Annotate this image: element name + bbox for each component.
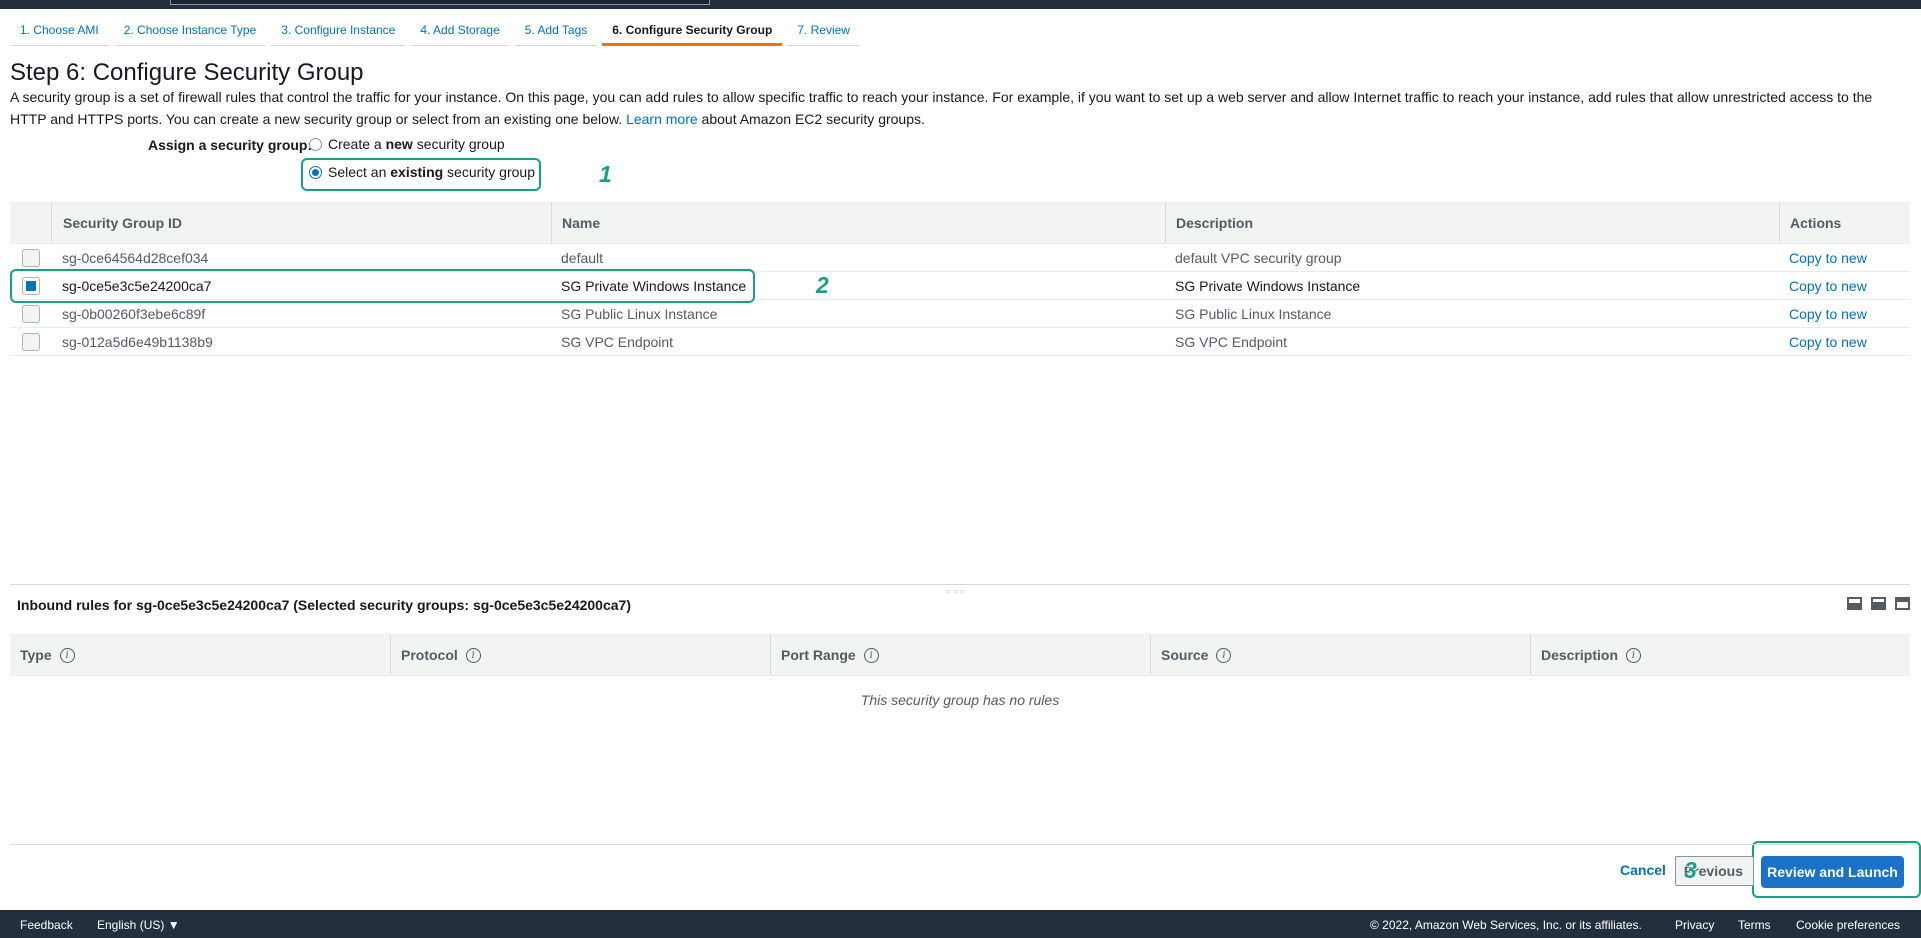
table-header: Security Group ID Name Description Actio… <box>10 202 1910 244</box>
row-checkbox[interactable] <box>21 332 40 351</box>
info-icon[interactable]: i <box>59 647 75 663</box>
info-icon[interactable]: i <box>1216 647 1232 663</box>
table-row[interactable]: sg-0b00260f3ebe6c89f SG Public Linux Ins… <box>10 300 1910 328</box>
panel-minimize-icon[interactable] <box>1847 597 1862 610</box>
annotation-number-3: 3 <box>1684 857 1697 883</box>
tab-choose-instance-type[interactable]: 2. Choose Instance Type <box>113 18 267 46</box>
info-icon[interactable]: i <box>1626 647 1642 663</box>
cell-security-group-id: sg-012a5d6e49b1138b9 <box>62 333 213 350</box>
intro-suffix: about Amazon EC2 security groups. <box>701 111 925 127</box>
tab-add-tags[interactable]: 5. Add Tags <box>514 18 598 46</box>
cell-name: SG Public Linux Instance <box>561 305 718 322</box>
tab-configure-instance[interactable]: 3. Configure Instance <box>271 18 406 46</box>
inbound-rules-title: Inbound rules for sg-0ce5e3c5e24200ca7 (… <box>17 597 631 613</box>
learn-more-link[interactable]: Learn more <box>626 111 698 127</box>
feedback-link[interactable]: Feedback <box>20 918 73 932</box>
tab-configure-security-group[interactable]: 6. Configure Security Group <box>602 18 783 46</box>
top-nav-bar <box>0 0 1921 9</box>
cell-name: SG VPC Endpoint <box>561 333 674 350</box>
radio-new-label: Create a new security group <box>328 136 505 152</box>
panel-maximize-icon[interactable] <box>1895 597 1910 610</box>
header-rule-description: Description i <box>1530 635 1910 675</box>
panel-splitter[interactable] <box>10 584 1910 585</box>
intro-paragraph: A security group is a set of firewall ru… <box>10 86 1890 130</box>
intro-text: A security group is a set of firewall ru… <box>10 89 1873 127</box>
header-protocol: Protocol i <box>390 635 770 675</box>
cell-security-group-id: sg-0ce64564d28cef034 <box>62 249 209 266</box>
info-icon[interactable]: i <box>863 647 879 663</box>
panel-half-icon[interactable] <box>1871 597 1886 610</box>
row-checkbox[interactable] <box>21 248 40 267</box>
assign-security-group-label: Assign a security group: <box>148 137 313 153</box>
highlight-box-1 <box>301 158 541 191</box>
drag-handle-icon[interactable]: ○○○ <box>946 587 967 596</box>
cell-description: default VPC security group <box>1175 249 1342 266</box>
inbound-rules-table: Type i Protocol i Port Range i Source i Desc… <box>10 634 1910 676</box>
panel-view-controls <box>1838 597 1910 610</box>
wizard-steps: 1. Choose AMI 2. Choose Instance Type 3.… <box>10 18 865 46</box>
cell-description: SG Private Windows Instance <box>1175 277 1361 294</box>
review-and-launch-button[interactable]: Review and Launch <box>1761 856 1904 888</box>
header-source: Source i <box>1150 635 1530 675</box>
copy-to-new-link[interactable]: Copy to new <box>1789 250 1867 266</box>
header-description[interactable]: Description <box>1165 203 1779 243</box>
language-selector[interactable]: English (US) ▼ <box>97 918 180 932</box>
copy-to-new-link[interactable]: Copy to new <box>1789 278 1867 294</box>
table-row[interactable]: sg-0ce64564d28cef034 default default VPC… <box>10 244 1910 272</box>
cookie-preferences-link[interactable]: Cookie preferences <box>1796 918 1900 932</box>
cell-description: SG VPC Endpoint <box>1175 333 1288 350</box>
footer-bar: Feedback English (US) ▼ © 2022, Amazon W… <box>0 910 1921 938</box>
header-security-group-id[interactable]: Security Group ID <box>51 203 551 243</box>
header-type: Type i <box>10 635 390 675</box>
tab-choose-ami[interactable]: 1. Choose AMI <box>10 18 109 46</box>
header-checkbox-column <box>10 203 51 243</box>
radio-button-new[interactable] <box>309 137 322 151</box>
tab-review[interactable]: 7. Review <box>787 18 860 46</box>
radio-create-new[interactable]: Create a new security group <box>309 136 505 152</box>
table-row[interactable]: sg-012a5d6e49b1138b9 SG VPC Endpoint SG … <box>10 328 1910 356</box>
cancel-button[interactable]: Cancel <box>1620 862 1666 878</box>
cell-name: default <box>561 249 604 266</box>
header-actions: Actions <box>1779 203 1910 243</box>
cell-description: SG Public Linux Instance <box>1175 305 1332 322</box>
header-port-range: Port Range i <box>770 635 1150 675</box>
cell-security-group-id: sg-0b00260f3ebe6c89f <box>62 305 206 322</box>
divider <box>10 844 1910 845</box>
annotation-number-2: 2 <box>816 272 829 298</box>
header-name[interactable]: Name <box>551 203 1165 243</box>
terms-link[interactable]: Terms <box>1738 918 1771 932</box>
highlight-box-2 <box>10 269 755 303</box>
tab-add-storage[interactable]: 4. Add Storage <box>410 18 510 46</box>
privacy-link[interactable]: Privacy <box>1675 918 1714 932</box>
row-checkbox[interactable] <box>21 304 40 323</box>
copyright-text: © 2022, Amazon Web Services, Inc. or its… <box>1370 918 1642 932</box>
inbound-rules-header: Type i Protocol i Port Range i Source i Desc… <box>10 634 1910 676</box>
annotation-number-1: 1 <box>599 161 612 187</box>
search-input[interactable] <box>170 0 710 5</box>
copy-to-new-link[interactable]: Copy to new <box>1789 334 1867 350</box>
empty-rules-message: This security group has no rules <box>860 692 1060 708</box>
page-title: Step 6: Configure Security Group <box>10 59 364 86</box>
info-icon[interactable]: i <box>465 647 481 663</box>
copy-to-new-link[interactable]: Copy to new <box>1789 306 1867 322</box>
